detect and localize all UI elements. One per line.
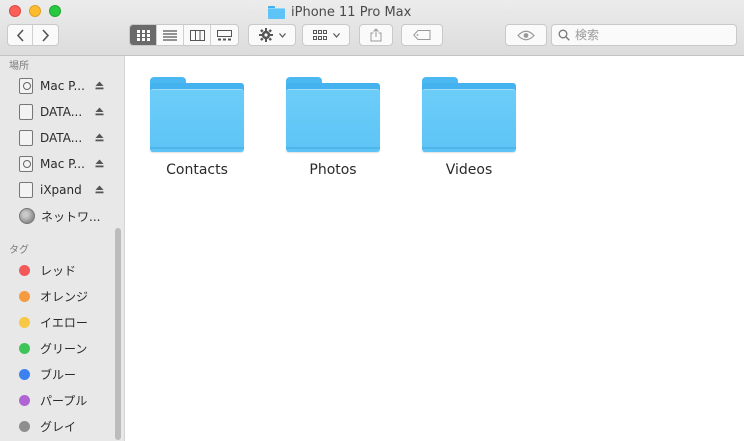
tag-color-icon (19, 342, 30, 354)
sidebar-item-location[interactable]: Mac P... (0, 153, 118, 175)
sidebar-item-network[interactable]: ネットワ... (0, 205, 118, 227)
sidebar-section-tags: タグ (9, 245, 29, 256)
drive-icon (19, 104, 33, 120)
group-by-button[interactable] (303, 25, 349, 45)
folder-icon (286, 77, 380, 153)
sidebar-item-label: グリーン (40, 341, 88, 356)
folder-item[interactable]: Contacts (142, 56, 252, 186)
eject-icon[interactable] (95, 133, 104, 142)
window-title-text: iPhone 11 Pro Max (291, 4, 412, 20)
eye-icon (517, 30, 535, 40)
share-button[interactable] (360, 25, 392, 45)
sidebar-item-location[interactable]: DATA... (0, 101, 118, 123)
time-machine-drive-icon (19, 78, 33, 94)
back-button[interactable] (8, 25, 33, 45)
sidebar-item-label: イエロー (40, 315, 88, 330)
sidebar-item-tag-gray[interactable]: グレイ (0, 415, 118, 437)
minimize-window-button[interactable] (29, 5, 41, 17)
share-icon (370, 28, 382, 42)
sidebar-item-tag-red[interactable]: レッド (0, 259, 118, 281)
gallery-icon (217, 29, 232, 40)
folder-icon (422, 77, 516, 153)
sidebar-item-tag-yellow[interactable]: イエロー (0, 311, 118, 333)
sidebar-item-label: グレイ (40, 419, 77, 434)
gallery-view-button[interactable] (211, 25, 238, 45)
tag-icon (413, 30, 431, 40)
forward-button[interactable] (33, 25, 58, 45)
window-toolbar: iPhone 11 Pro Max (0, 0, 744, 56)
sidebar-item-label: オレンジ (40, 289, 89, 304)
drive-icon (19, 182, 33, 198)
chevron-down-icon (278, 32, 286, 38)
chevron-left-icon (16, 28, 24, 42)
tag-color-icon (19, 290, 30, 302)
sidebar-item-tag-green[interactable]: グリーン (0, 337, 118, 359)
group-grid-icon (312, 29, 327, 40)
view-mode-buttons (129, 24, 239, 46)
folder-item[interactable]: Videos (414, 56, 524, 186)
time-machine-drive-icon (19, 156, 33, 172)
action-menu (248, 24, 296, 46)
tag-color-icon (19, 420, 30, 432)
folder-label: Contacts (166, 162, 228, 178)
search-field[interactable] (551, 24, 737, 46)
column-view-button[interactable] (184, 25, 211, 45)
eject-icon[interactable] (95, 81, 104, 90)
sidebar-item-label: DATA... (40, 131, 83, 145)
share-control (359, 24, 393, 46)
sidebar-section-locations: 場所 (9, 61, 29, 72)
navigation-buttons (7, 24, 59, 46)
folder-label: Videos (445, 162, 493, 178)
sidebar-item-label: レッド (40, 263, 77, 278)
sidebar-item-label: ネットワ... (41, 209, 101, 224)
sidebar-item-label: パープル (40, 393, 88, 408)
sidebar-item-label: ブルー (40, 367, 77, 382)
tag-color-icon (19, 394, 30, 406)
sidebar-item-label: DATA... (40, 105, 83, 119)
arrange-menu (302, 24, 350, 46)
list-icon (163, 29, 177, 41)
maximize-window-button[interactable] (49, 5, 61, 17)
network-icon (19, 208, 35, 224)
folder-icon (150, 77, 244, 153)
folder-item[interactable]: Photos (278, 56, 388, 186)
file-browser-area: Contacts Photos Videos (126, 56, 744, 441)
search-icon (558, 29, 570, 41)
chevron-right-icon (42, 28, 50, 42)
icon-view-button[interactable] (130, 25, 157, 45)
sidebar-item-tag-purple[interactable]: パープル (0, 389, 118, 411)
tag-color-icon (19, 264, 30, 276)
sidebar: 場所 Mac P... DATA... DATA... Mac P... iXp… (0, 56, 125, 441)
sidebar-item-tag-orange[interactable]: オレンジ (0, 285, 118, 307)
icon-grid-icon (136, 29, 150, 41)
columns-icon (189, 29, 205, 41)
sidebar-scrollbar[interactable] (115, 228, 121, 440)
search-input[interactable] (575, 28, 725, 42)
drive-icon (19, 130, 33, 146)
quick-look-control (505, 24, 547, 46)
sidebar-item-tag-blue[interactable]: ブルー (0, 363, 118, 385)
quick-look-button[interactable] (506, 25, 546, 45)
eject-icon[interactable] (95, 107, 104, 116)
close-window-button[interactable] (9, 5, 21, 17)
gear-icon (258, 28, 273, 42)
sidebar-item-location[interactable]: iXpand (0, 179, 118, 201)
eject-icon[interactable] (95, 185, 104, 194)
sidebar-item-label: iXpand (40, 183, 82, 197)
tag-color-icon (19, 368, 30, 380)
sidebar-item-label: Mac P... (40, 79, 85, 93)
sidebar-item-location[interactable]: DATA... (0, 127, 118, 149)
list-view-button[interactable] (157, 25, 184, 45)
edit-tags-button[interactable] (402, 25, 442, 45)
sidebar-item-location[interactable]: Mac P... (0, 75, 118, 97)
folder-icon (268, 5, 285, 19)
sidebar-item-label: Mac P... (40, 157, 85, 171)
window-title: iPhone 11 Pro Max (268, 3, 411, 21)
action-menu-button[interactable] (249, 25, 295, 45)
eject-icon[interactable] (95, 159, 104, 168)
tag-color-icon (19, 316, 30, 328)
chevron-down-icon (332, 32, 340, 38)
tag-control (401, 24, 443, 46)
folder-label: Photos (309, 162, 357, 178)
